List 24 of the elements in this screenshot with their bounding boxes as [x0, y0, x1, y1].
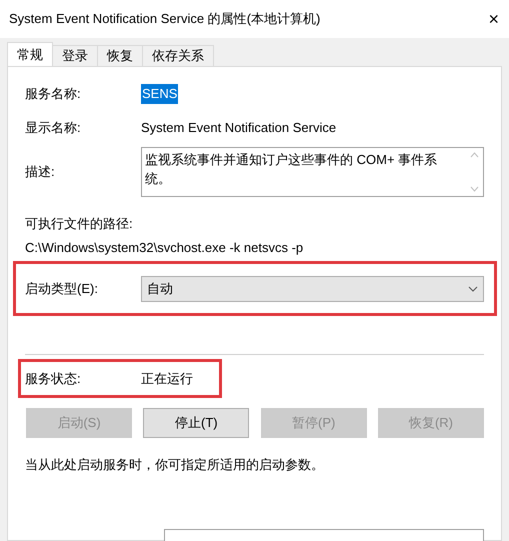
status-value: 正在运行	[141, 370, 193, 388]
path-value: C:\Windows\system32\svchost.exe -k netsvcs -p	[25, 240, 304, 254]
startup-type-dropdown[interactable]: 自动	[141, 276, 484, 302]
scroll-down-icon[interactable]	[470, 186, 479, 192]
field-label: 可执行文件的路径:	[25, 216, 133, 231]
field-label: 显示名称:	[25, 119, 82, 138]
hint-text: 当从此处启动服务时，你可指定所适用的启动参数。	[25, 457, 324, 472]
field-label: 服务名称:	[25, 85, 82, 104]
field-label: 描述:	[25, 163, 56, 182]
service-name-value: SENS	[141, 84, 178, 104]
description-text: 监视系统事件并通知订户这些事件的 COM+ 事件系统。	[144, 151, 438, 188]
description-box[interactable]: 监视系统事件并通知订户这些事件的 COM+ 事件系统。	[141, 147, 484, 197]
tab[interactable]: 登录	[53, 45, 98, 66]
tab[interactable]: 恢复	[98, 45, 143, 66]
action-button[interactable]: 停止(T)	[143, 408, 250, 438]
window-title: System Event Notification Service 的属性(本地计算机)	[9, 10, 320, 28]
chevron-down-icon	[468, 286, 478, 292]
tab[interactable]: 常规	[7, 42, 53, 67]
scroll-up-icon[interactable]	[470, 152, 479, 158]
tab[interactable]: 依存关系	[143, 45, 214, 66]
close-button[interactable]: ×	[488, 10, 499, 28]
field-label: 服务状态:	[25, 370, 82, 388]
field-label: 启动类型(E):	[25, 280, 99, 298]
display-name-value: System Event Notification Service	[141, 119, 336, 138]
